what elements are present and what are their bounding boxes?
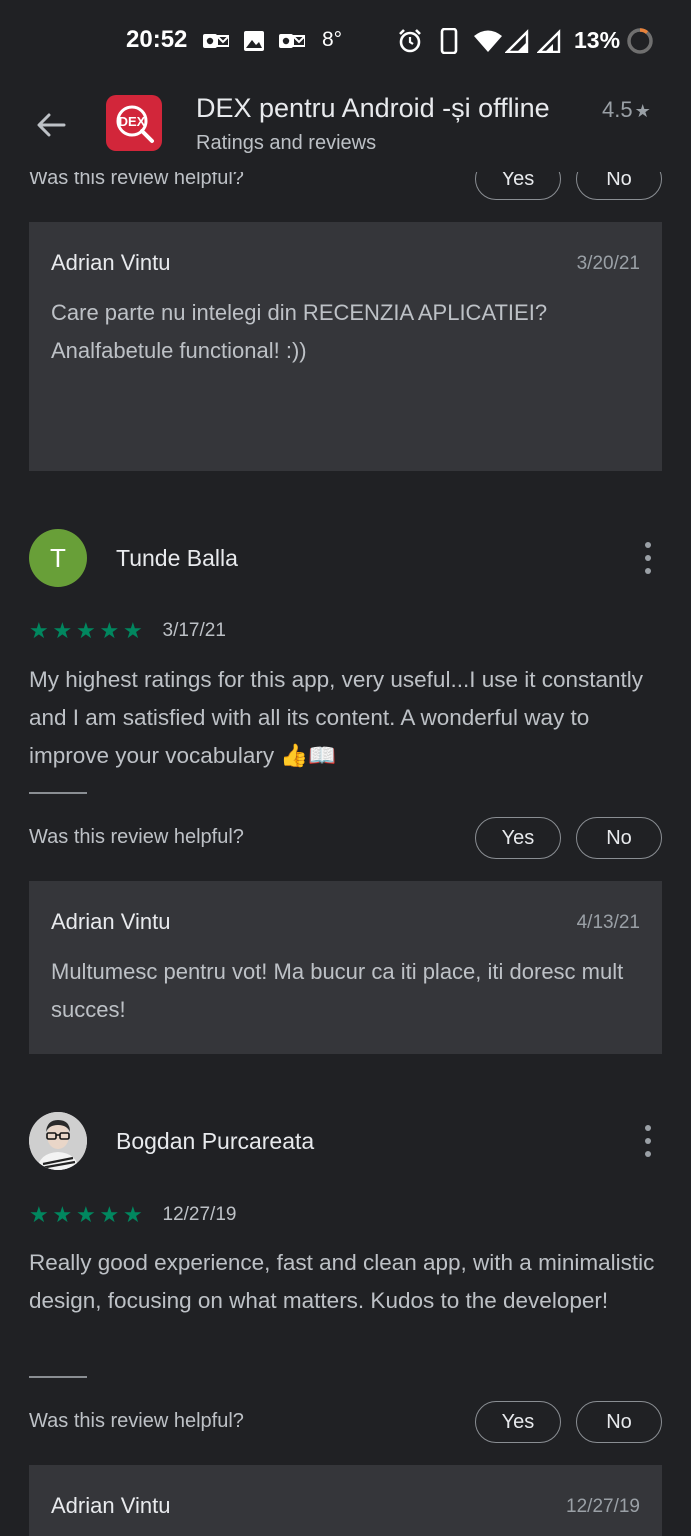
signal-icon [504,28,530,54]
page-subtitle: Ratings and reviews [196,132,377,154]
reply-author: Adrian Vintu [51,250,171,275]
app-icon-text: DEX [119,114,146,129]
status-bar: 20:52 8° 13% [0,0,691,84]
no-button[interactable]: No [576,1401,662,1443]
gallery-icon [242,28,266,54]
no-button[interactable]: No [576,817,662,859]
avatar [29,1112,87,1170]
outlook-icon [278,28,306,54]
reviewer-name: Tunde Balla [116,545,238,571]
helpful-row: Was this review helpful? Yes No [29,817,662,859]
outlook-icon [202,28,230,54]
temperature: 8° [322,28,343,51]
status-time: 20:52 [126,26,188,53]
star-icon: ★ [76,618,96,643]
star-icon: ★ [29,1202,49,1227]
rating-stars: ★ ★ ★ ★ ★ 12/27/19 [29,1203,236,1227]
app-icon: DEX [106,95,162,151]
helpful-question: Was this review helpful? [29,1410,244,1432]
reply-date: 12/27/19 [566,1496,640,1517]
star-icon: ★ [52,1202,73,1227]
star-icon: ★ [52,618,73,643]
app-header: DEX DEX pentru Android -și offline 4.5 ★ … [0,84,691,172]
reply-text: Care parte nu intelegi din RECENZIA APLI… [51,300,548,363]
rating-stars: ★ ★ ★ ★ ★ 3/17/21 [29,619,226,643]
developer-reply: Adrian Vintu 4/13/21 Multumesc pentru vo… [29,881,662,1054]
wifi-icon [472,28,504,54]
star-icon: ★ [99,1202,120,1227]
alarm-icon [396,28,424,54]
yes-button[interactable]: Yes [475,1401,561,1443]
back-arrow-icon[interactable] [28,102,74,148]
developer-reply: Adrian Vintu 12/27/19 [29,1465,662,1536]
reply-date: 4/13/21 [576,912,640,933]
reply-author: Adrian Vintu [51,909,171,934]
reply-text: Multumesc pentru vot! Ma bucur ca iti pl… [51,959,624,1022]
helpful-question: Was this review helpful? [29,826,244,848]
reply-date: 3/20/21 [576,253,640,274]
avatar-letter: T [50,542,66,573]
avatar: T [29,529,87,587]
reply-author: Adrian Vintu [51,1493,171,1518]
star-icon: ★ [76,1202,96,1227]
vibrate-icon [438,28,460,54]
signal-roaming-icon [536,28,562,54]
star-icon: ★ [634,101,651,121]
battery-percent: 13% [574,27,621,53]
app-title: DEX pentru Android -și offline [196,93,550,123]
person-photo-icon [29,1112,87,1170]
more-options-icon[interactable] [638,1125,658,1157]
app-rating: 4.5 ★ [602,97,651,123]
star-icon: ★ [99,618,120,643]
rating-value: 4.5 [602,97,633,122]
review-text: Really good experience, fast and clean a… [29,1250,655,1313]
reviewer-name: Bogdan Purcareata [116,1128,315,1154]
star-icon: ★ [123,1202,143,1227]
developer-reply: Adrian Vintu 3/20/21 Care parte nu intel… [29,222,662,471]
divider [29,1376,87,1378]
review-text: My highest ratings for this app, very us… [29,667,644,768]
review-date: 12/27/19 [162,1204,237,1225]
review-header: Bogdan Purcareata [29,1112,662,1170]
star-icon: ★ [123,618,143,643]
more-options-icon[interactable] [638,542,658,574]
review-header: T Tunde Balla [29,529,662,587]
review-date: 3/17/21 [162,620,226,641]
divider [29,792,87,794]
star-icon: ★ [29,618,49,643]
yes-button[interactable]: Yes [475,817,561,859]
battery-saver-icon [626,28,654,54]
helpful-row: Was this review helpful? Yes No [29,1401,662,1443]
